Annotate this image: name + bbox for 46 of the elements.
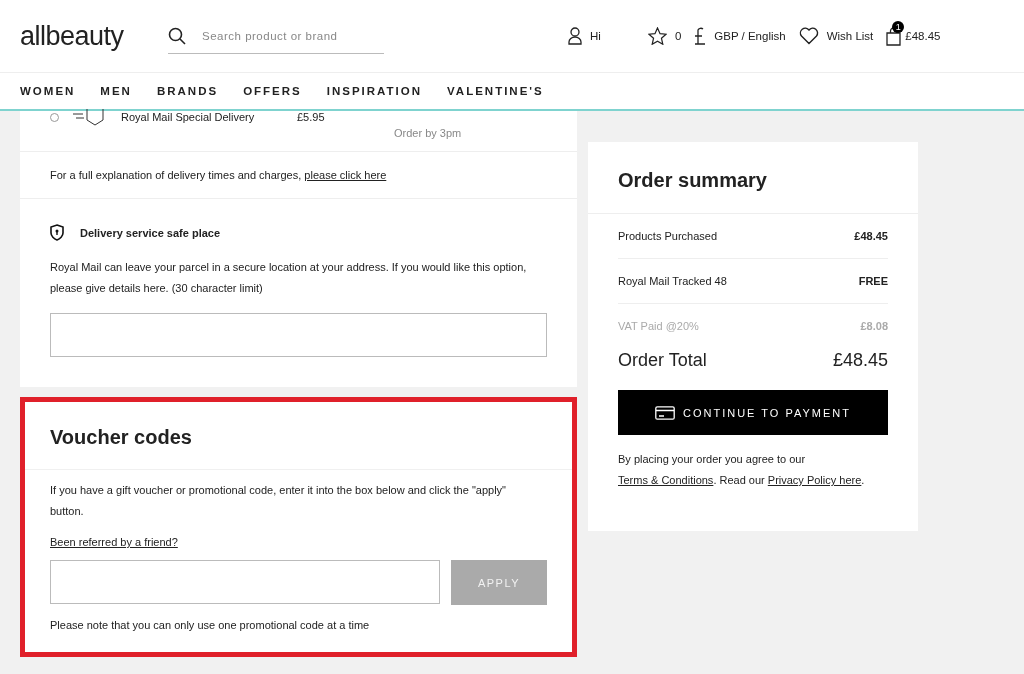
wishlist-link[interactable]: Wish List [798,27,874,45]
summary-label: Royal Mail Tracked 48 [618,275,727,287]
bag-icon [886,26,902,46]
search-icon [168,26,186,45]
nav-link[interactable]: BRANDS [156,85,219,97]
total-value: £48.45 [832,350,888,371]
heart-icon [798,27,819,45]
nav-link[interactable]: VALENTINE'S [447,85,544,97]
card-icon [655,405,675,420]
basket-count: 1 [892,20,905,33]
delivery-option-name: Royal Mail Special Delivery [121,111,256,123]
summary-value: £8.08 [860,320,888,332]
summary-value: £48.45 [854,230,888,242]
pound-icon [694,26,707,46]
terms-text: By placing your order you agree to our Terms & Conditions. Read our Privacy Policy here. [618,452,866,488]
nav-link[interactable]: INSPIRATION [326,85,423,97]
safe-place-description: Royal Mail can leave your parcel in a secure location at your address. If you would like this option, please give details here. (30 character limit) [50,260,528,296]
summary-label: Products Purchased [618,230,718,242]
nav-link[interactable]: MEN [100,85,132,97]
delivery-explanation: For a full explanation of delivery times and charges, please click here [50,169,387,181]
shield-icon [50,224,64,241]
voucher-note: Please note that you can only use one promotional code at a time [50,619,371,631]
total-label: Order Total [618,350,707,371]
nav-link[interactable]: OFFERS [243,85,302,97]
delivery-note: Order by 3pm [394,127,462,139]
continue-to-payment-button[interactable]: CONTINUE TO PAYMENT [618,390,888,435]
user-icon [568,27,582,45]
safe-place-field[interactable] [50,313,547,357]
summary-label: VAT Paid @20% [618,320,699,332]
account-link[interactable]: Hi [568,27,601,45]
voucher-description: If you have a gift voucher or promotional code, enter it into the box below and click the "apply" button. [50,483,508,519]
summary-value: FREE [858,275,888,287]
basket-link[interactable]: 1 £48.45 [886,20,941,46]
parcel-icon [71,108,107,126]
section-title: Voucher codes [25,402,572,470]
referral-link[interactable]: Been referred by a friend? [50,536,178,548]
currency-selector[interactable]: GBP / English [694,26,786,46]
summary-title: Order summary [588,142,918,214]
section-title: Delivery service safe place [80,226,221,239]
logo[interactable]: allbeauty [20,20,168,52]
star-icon [647,27,667,45]
nav-link[interactable]: WOMEN [20,85,76,97]
voucher-code-field[interactable] [50,560,440,604]
delivery-price: £5.95 [297,111,326,123]
favourites-link[interactable]: 0 [647,27,682,45]
click-here-link[interactable]: please click here [304,169,387,181]
